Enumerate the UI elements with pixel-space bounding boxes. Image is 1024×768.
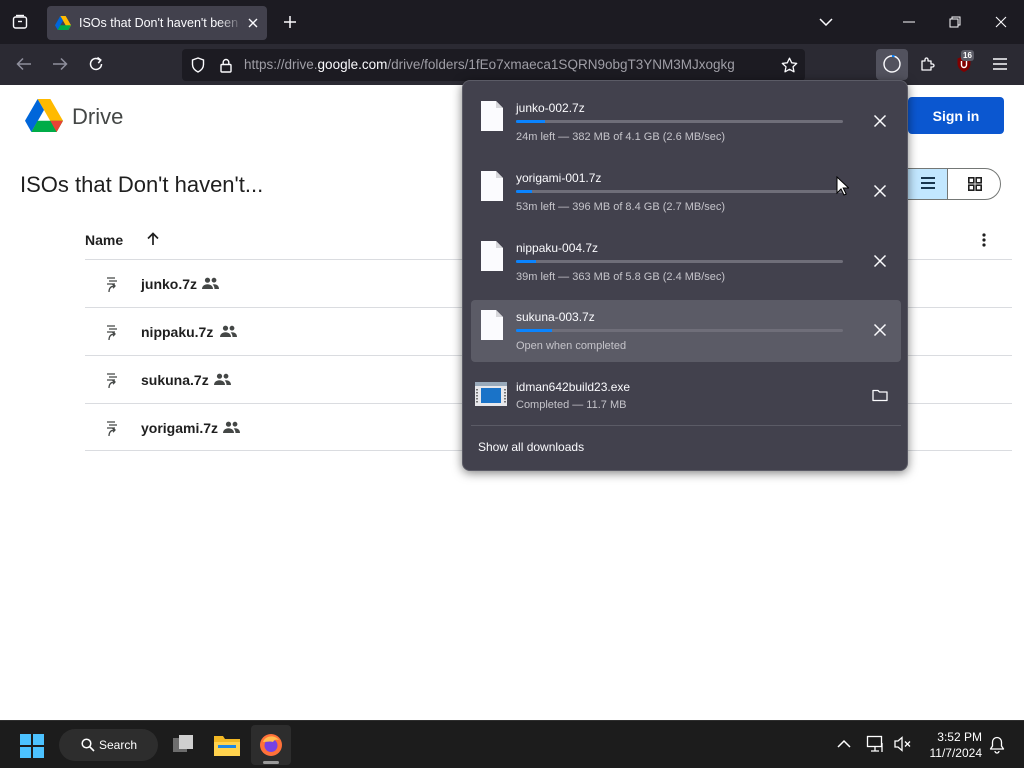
list-view-icon (921, 177, 935, 189)
download-status: 53m left — 396 MB of 8.4 GB (2.7 MB/sec) (516, 201, 726, 213)
installer-app-icon (475, 382, 507, 406)
tab-bar: ISOs that Don't haven't been uploaded (0, 0, 1024, 44)
firefox-icon (259, 733, 283, 757)
show-all-downloads-link[interactable]: Show all downloads (478, 440, 584, 454)
extension-badge-count: 16 (961, 50, 974, 61)
download-name: sukuna-003.7z (516, 310, 595, 324)
file-icon (481, 171, 503, 201)
system-clock[interactable]: 3:52 PM 11/7/2024 (920, 729, 983, 761)
cancel-download-icon[interactable] (873, 254, 887, 268)
network-icon[interactable] (866, 735, 886, 753)
downloads-panel: junko-002.7z 24m left — 382 MB of 4.1 GB… (462, 80, 908, 471)
address-bar[interactable]: https://drive.google.com/drive/folders/1… (182, 49, 805, 81)
notification-bell-icon[interactable] (989, 736, 1005, 754)
download-item[interactable]: junko-002.7z 24m left — 382 MB of 4.1 GB… (471, 91, 901, 153)
windows-taskbar: Search 3:52 PM 11/7/2024 (0, 720, 1024, 768)
volume-muted-icon[interactable] (894, 736, 912, 752)
cancel-download-icon[interactable] (873, 114, 887, 128)
file-name[interactable]: junko.7z (141, 276, 197, 292)
mouse-cursor-icon (836, 176, 849, 196)
new-tab-icon[interactable] (278, 10, 302, 34)
show-in-folder-icon[interactable] (872, 388, 888, 402)
reload-icon[interactable] (84, 52, 108, 76)
file-icon (481, 241, 503, 271)
show-hidden-icons-chevron-icon[interactable] (837, 739, 851, 748)
hamburger-menu-icon[interactable] (988, 52, 1012, 76)
download-item[interactable]: sukuna-003.7z Open when completed (471, 300, 901, 362)
tab-overview-icon[interactable] (8, 10, 32, 34)
download-progress-bar (516, 260, 843, 263)
file-explorer-icon[interactable] (214, 734, 240, 756)
folder-title[interactable]: ISOs that Don't haven't... (20, 172, 263, 198)
shortcut-file-icon (103, 276, 119, 294)
tracking-protection-shield-icon[interactable] (190, 57, 206, 73)
cancel-download-icon[interactable] (873, 323, 887, 337)
search-label: Search (99, 738, 138, 752)
shortcut-file-icon (103, 324, 119, 342)
download-status: 39m left — 363 MB of 5.8 GB (2.4 MB/sec) (516, 271, 726, 283)
shared-people-icon (220, 325, 237, 337)
task-view-icon[interactable] (171, 733, 195, 755)
windows-start-icon[interactable] (20, 734, 44, 758)
file-icon (481, 101, 503, 131)
divider (471, 425, 901, 426)
clock-date: 11/7/2024 (929, 746, 983, 760)
forward-icon[interactable] (48, 52, 72, 76)
shortcut-file-icon (103, 420, 119, 438)
shared-people-icon (223, 421, 240, 433)
file-name[interactable]: yorigami.7z (141, 420, 218, 436)
google-drive-favicon-icon (55, 16, 71, 30)
navigation-toolbar: https://drive.google.com/drive/folders/1… (0, 44, 1024, 85)
download-item[interactable]: idman642build23.exe Completed — 11.7 MB (471, 370, 901, 432)
file-icon (481, 310, 503, 340)
grid-view-icon (968, 177, 982, 191)
shared-people-icon (202, 277, 219, 289)
firefox-taskbar-button[interactable] (251, 725, 291, 765)
minimize-icon[interactable] (897, 10, 921, 34)
close-window-icon[interactable] (989, 10, 1013, 34)
download-progress-bar (516, 190, 843, 193)
download-status: Completed — 11.7 MB (516, 399, 627, 411)
lock-icon[interactable] (218, 57, 234, 73)
cancel-download-icon[interactable] (873, 184, 887, 198)
sort-ascending-arrow-icon[interactable] (146, 232, 160, 246)
download-status: 24m left — 382 MB of 4.1 GB (2.6 MB/sec) (516, 131, 726, 143)
more-options-icon[interactable] (982, 233, 986, 247)
grid-view-button[interactable] (947, 169, 1000, 199)
download-name: idman642build23.exe (516, 380, 631, 394)
search-icon (81, 738, 95, 752)
tab-active[interactable]: ISOs that Don't haven't been uploaded (47, 6, 267, 40)
extensions-puzzle-icon[interactable] (916, 52, 940, 76)
download-item[interactable]: nippaku-004.7z 39m left — 363 MB of 5.8 … (471, 231, 901, 293)
download-name: yorigami-001.7z (516, 171, 602, 185)
drive-logo-icon[interactable] (25, 99, 63, 132)
file-name[interactable]: sukuna.7z (141, 372, 209, 388)
tab-title: ISOs that Don't haven't been uploaded (79, 16, 243, 30)
clock-time: 3:52 PM (937, 730, 982, 744)
file-name[interactable]: nippaku.7z (141, 324, 213, 340)
drive-product-name[interactable]: Drive (72, 104, 123, 130)
url-text[interactable]: https://drive.google.com/drive/folders/1… (244, 57, 735, 72)
shared-people-icon (214, 373, 231, 385)
download-status: Open when completed (516, 340, 627, 352)
sign-in-button[interactable]: Sign in (908, 97, 1004, 134)
bookmark-star-icon[interactable] (780, 56, 798, 74)
download-name: junko-002.7z (516, 101, 585, 115)
downloads-button[interactable] (876, 49, 908, 80)
back-icon[interactable] (12, 52, 36, 76)
download-name: nippaku-004.7z (516, 241, 599, 255)
download-progress-bar (516, 120, 843, 123)
shortcut-file-icon (103, 372, 119, 390)
restore-icon[interactable] (943, 10, 967, 34)
list-all-tabs-icon[interactable] (814, 10, 838, 34)
download-progress-icon (882, 54, 902, 74)
taskbar-search-box[interactable]: Search (59, 729, 158, 761)
download-progress-bar (516, 329, 843, 332)
column-header-name[interactable]: Name (85, 232, 123, 248)
tab-close-icon[interactable] (247, 17, 259, 29)
